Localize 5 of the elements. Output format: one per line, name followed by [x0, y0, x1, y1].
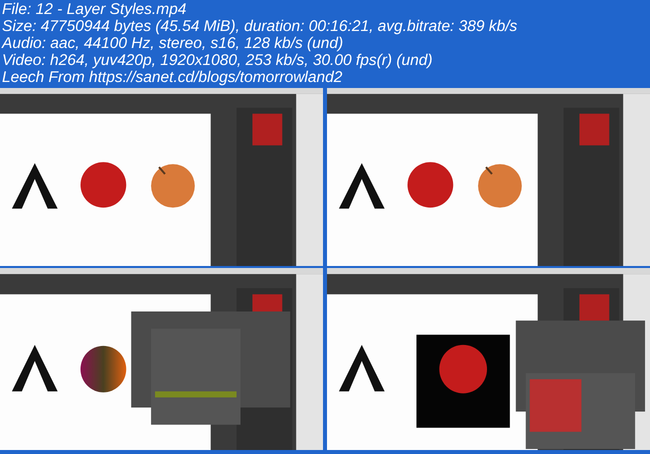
info-line: Leech From https://sanet.cd/blogs/tomorrowland2 [2, 69, 344, 86]
info-line: Audio: aac, 44100 Hz, stereo, s16, 128 kb/s (und) [2, 35, 344, 52]
info-line: File: 12 - Layer Styles.mp4 [2, 1, 188, 18]
info-line: Video: h264, yuv420p, 1920x1080, 253 kb/s, 30.00 fps(r) (und) [2, 52, 434, 69]
info-line: Size: 47750944 bytes (45.54 MiB), duration: 00:16:21, avg.bitrate: 389 kb/s [2, 18, 518, 35]
